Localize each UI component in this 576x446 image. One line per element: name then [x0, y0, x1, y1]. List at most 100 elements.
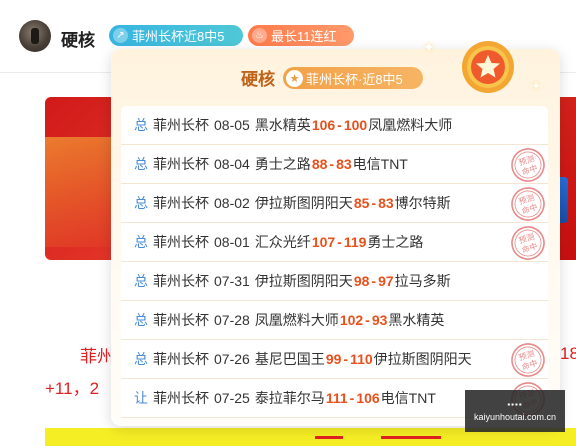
record-type-tag: 总 — [134, 273, 148, 289]
home-score: 98 — [353, 273, 370, 289]
record-row[interactable]: 总菲州长杯 07-28 凤凰燃料大师 102 - 93 黑水精英 — [121, 301, 548, 340]
record-type-tag: 总 — [134, 117, 148, 133]
record-league: 菲州长杯 — [153, 234, 209, 250]
record-type-tag: 总 — [134, 195, 148, 211]
record-date: 08-04 — [214, 156, 250, 172]
home-team: 基尼巴国王 — [254, 351, 325, 367]
away-team: 黑水精英 — [388, 312, 445, 328]
record-league: 菲州长杯 — [153, 312, 209, 328]
away-team: 电信TNT — [352, 156, 408, 172]
streak-badge[interactable]: ↗ 菲州长杯近8中5 — [109, 25, 243, 46]
record-type-tag: 总 — [134, 351, 148, 367]
record-type-tag: 总 — [134, 312, 148, 328]
crown-icon: ★ — [286, 69, 303, 87]
record-row[interactable]: 总菲州长杯 07-31 伊拉斯图阴阳天 98 - 97 拉马多斯 — [121, 262, 548, 301]
away-team: 电信TNT — [380, 390, 436, 406]
record-date: 08-05 — [214, 117, 250, 133]
record-row[interactable]: 总菲州长杯 08-04 勇士之路 88 - 83 电信TNT 预测 命中 — [121, 145, 548, 184]
record-league: 菲州长杯 — [153, 156, 209, 172]
score-separator: - — [371, 273, 377, 289]
home-team: 泰拉菲尔马 — [254, 390, 325, 406]
score-separator: - — [343, 351, 349, 367]
home-team: 黑水精英 — [254, 117, 311, 133]
away-score: 110 — [350, 351, 373, 367]
record-league: 菲州长杯 — [153, 351, 209, 367]
home-score: 85 — [353, 195, 370, 211]
medal-icon — [462, 41, 514, 93]
home-team: 伊拉斯图阴阳天 — [254, 195, 353, 211]
expert-record-popup: ✦ ✦ 硬核 ★ 菲州长杯·近8中5 总菲州长杯 08-05 黑水精英 106 - 1… — [111, 39, 560, 426]
streak-badge-label: 菲州长杯近8中5 — [132, 29, 225, 44]
record-row[interactable]: 总菲州长杯 07-26 基尼巴国王 99 - 110 伊拉斯图阴阳天 预测 命中 — [121, 340, 548, 379]
record-league: 菲州长杯 — [153, 117, 209, 133]
away-team: 伊拉斯图阴阳天 — [373, 351, 472, 367]
article-text: 18 — [560, 344, 576, 363]
username[interactable]: 硬核 — [61, 26, 95, 51]
watermark-url: kaiyunhoutai.com.cn — [473, 412, 557, 422]
watermark: ▪▪▪▪ kaiyunhoutai.com.cn — [465, 390, 565, 432]
record-type-tag: 总 — [134, 234, 148, 250]
record-type-tag: 总 — [134, 156, 148, 172]
arrow-up-icon: ↗ — [113, 28, 128, 43]
sparkle-icon: ✦ — [423, 39, 435, 55]
record-row[interactable]: 总菲州长杯 08-02 伊拉斯图阴阳天 85 - 83 博尔特斯 预测 命中 — [121, 184, 548, 223]
away-team: 拉马多斯 — [394, 273, 451, 289]
away-score: 100 — [343, 117, 368, 133]
record-row[interactable]: 总菲州长杯 08-01 汇众光纤 107 - 119 勇士之路 预测 命中 — [121, 223, 548, 262]
home-score: 111 — [325, 390, 348, 406]
home-team: 汇众光纤 — [254, 234, 311, 250]
home-score: 107 — [311, 234, 336, 250]
away-score: 119 — [343, 234, 367, 250]
longest-streak-badge[interactable]: ♨ 最长11连红 — [248, 25, 354, 46]
article-text: 菲州 — [80, 347, 114, 366]
popup-title: 硬核 — [241, 70, 275, 89]
popup-streak-badge: ★ 菲州长杯·近8中5 — [283, 67, 423, 89]
score-separator: - — [337, 234, 342, 250]
score-separator: - — [365, 312, 370, 328]
home-team: 勇士之路 — [254, 156, 311, 172]
score-separator: - — [337, 117, 342, 133]
record-league: 菲州长杯 — [153, 390, 209, 406]
away-score: 83 — [378, 195, 394, 211]
prediction-hit-stamp-icon: 预测命中 — [511, 226, 545, 260]
away-score: 97 — [378, 273, 394, 289]
record-list: 总菲州长杯 08-05 黑水精英 106 - 100 凤凰燃料大师总菲州长杯 08-04 勇… — [121, 106, 548, 418]
score-separator: - — [349, 390, 355, 406]
away-score: 106 — [356, 390, 380, 406]
record-league: 菲州长杯 — [153, 195, 209, 211]
home-score: 106 — [311, 117, 336, 133]
prediction-hit-stamp-icon: 预测命中 — [511, 343, 545, 377]
away-team: 凤凰燃料大师 — [368, 117, 453, 133]
away-score: 93 — [371, 312, 388, 328]
record-date: 07-26 — [214, 351, 250, 367]
score-separator: - — [371, 195, 377, 211]
prediction-hit-stamp-icon: 预测命中 — [511, 148, 545, 182]
record-date: 08-01 — [214, 234, 250, 250]
highlight-mark — [315, 436, 343, 439]
score-separator: - — [329, 156, 335, 172]
record-type-tag: 让 — [134, 390, 148, 406]
record-date: 08-02 — [214, 195, 250, 211]
longest-streak-badge-label: 最长11连红 — [271, 29, 337, 44]
popup-streak-badge-label: 菲州长杯·近8中5 — [306, 71, 403, 87]
record-league: 菲州长杯 — [153, 273, 209, 289]
record-date: 07-25 — [214, 390, 250, 406]
home-score: 102 — [339, 312, 364, 328]
avatar[interactable] — [19, 20, 51, 52]
highlight-mark — [381, 436, 441, 439]
home-team: 凤凰燃料大师 — [254, 312, 339, 328]
record-date: 07-31 — [214, 273, 250, 289]
article-text: +11，2 — [45, 379, 100, 398]
away-team: 勇士之路 — [367, 234, 424, 250]
home-team: 伊拉斯图阴阳天 — [254, 273, 353, 289]
away-team: 博尔特斯 — [394, 195, 451, 211]
record-row[interactable]: 总菲州长杯 08-05 黑水精英 106 - 100 凤凰燃料大师 — [121, 106, 548, 145]
prediction-hit-stamp-icon: 预测命中 — [511, 187, 545, 221]
away-score: 83 — [336, 156, 352, 172]
sparkle-icon: ✦ — [531, 79, 542, 93]
watermark-logo-text: ▪▪▪▪ — [507, 400, 523, 409]
home-score: 99 — [325, 351, 342, 367]
home-score: 88 — [311, 156, 328, 172]
flame-icon: ♨ — [252, 28, 267, 43]
record-date: 07-28 — [214, 312, 250, 328]
